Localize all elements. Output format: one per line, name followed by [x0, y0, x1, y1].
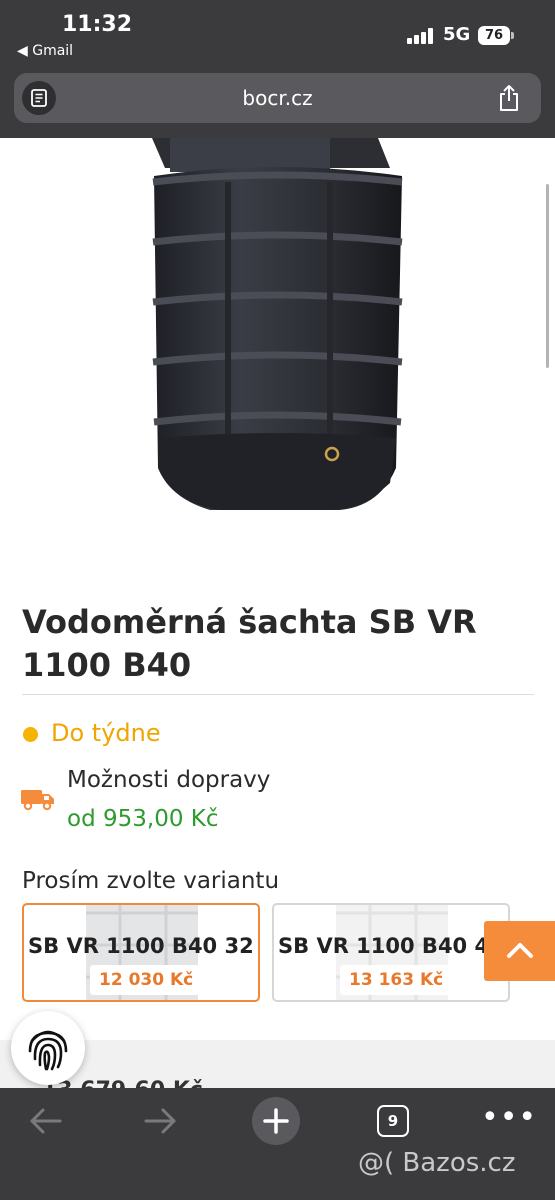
fingerprint-icon[interactable]	[11, 1011, 85, 1085]
variant-price: 12 030 Kč	[90, 965, 203, 995]
top-chrome: 11:32 ◀ Gmail 5G 76 bocr.cz	[0, 0, 555, 138]
availability-status: Do týdne	[51, 719, 161, 747]
browser-toolbar: 9 ••• @( Bazos.cz	[0, 1088, 555, 1200]
variant-heading: Prosím zvolte variantu	[22, 868, 280, 894]
back-to-app-link[interactable]: ◀ Gmail	[17, 43, 73, 59]
product-image[interactable]	[140, 138, 415, 518]
new-tab-button[interactable]	[252, 1097, 300, 1145]
battery-icon: 76	[478, 26, 514, 45]
truck-icon	[20, 787, 56, 815]
scroll-to-top-button[interactable]	[484, 921, 555, 981]
availability-dot-icon	[23, 727, 38, 742]
variant-name: SB VR 1100 B40 32	[28, 934, 254, 958]
divider	[22, 694, 534, 695]
plus-icon	[263, 1108, 289, 1134]
page-scrollbar[interactable]	[546, 184, 549, 368]
variant-option-1[interactable]: SB VR 1100 B40 32 12 030 Kč	[22, 903, 260, 1002]
status-time: 11:32	[62, 12, 133, 37]
back-arrow-icon[interactable]	[28, 1106, 62, 1140]
watermark: @( Bazos.cz	[358, 1148, 516, 1178]
forward-arrow-icon[interactable]	[144, 1106, 178, 1140]
product-title: Vodoměrná šachta SB VR 1100 B40	[22, 603, 477, 684]
share-icon[interactable]	[497, 84, 521, 116]
variant-option-2[interactable]: SB VR 1100 B40 4 13 163 Kč	[272, 903, 510, 1002]
url-text[interactable]: bocr.cz	[14, 86, 541, 110]
network-type: 5G	[443, 24, 471, 45]
chevron-up-icon	[507, 943, 533, 958]
address-bar[interactable]: bocr.cz	[14, 73, 541, 123]
variant-name: SB VR 1100 B40 4	[278, 934, 490, 958]
tab-count-button[interactable]: 9	[377, 1105, 409, 1137]
variant-price: 13 163 Kč	[340, 965, 453, 995]
more-options-button[interactable]: •••	[481, 1103, 537, 1133]
shipping-options-link[interactable]: Možnosti dopravy	[67, 767, 270, 793]
signal-icon	[407, 28, 435, 44]
shipping-price: od 953,00 Kč	[67, 806, 219, 832]
